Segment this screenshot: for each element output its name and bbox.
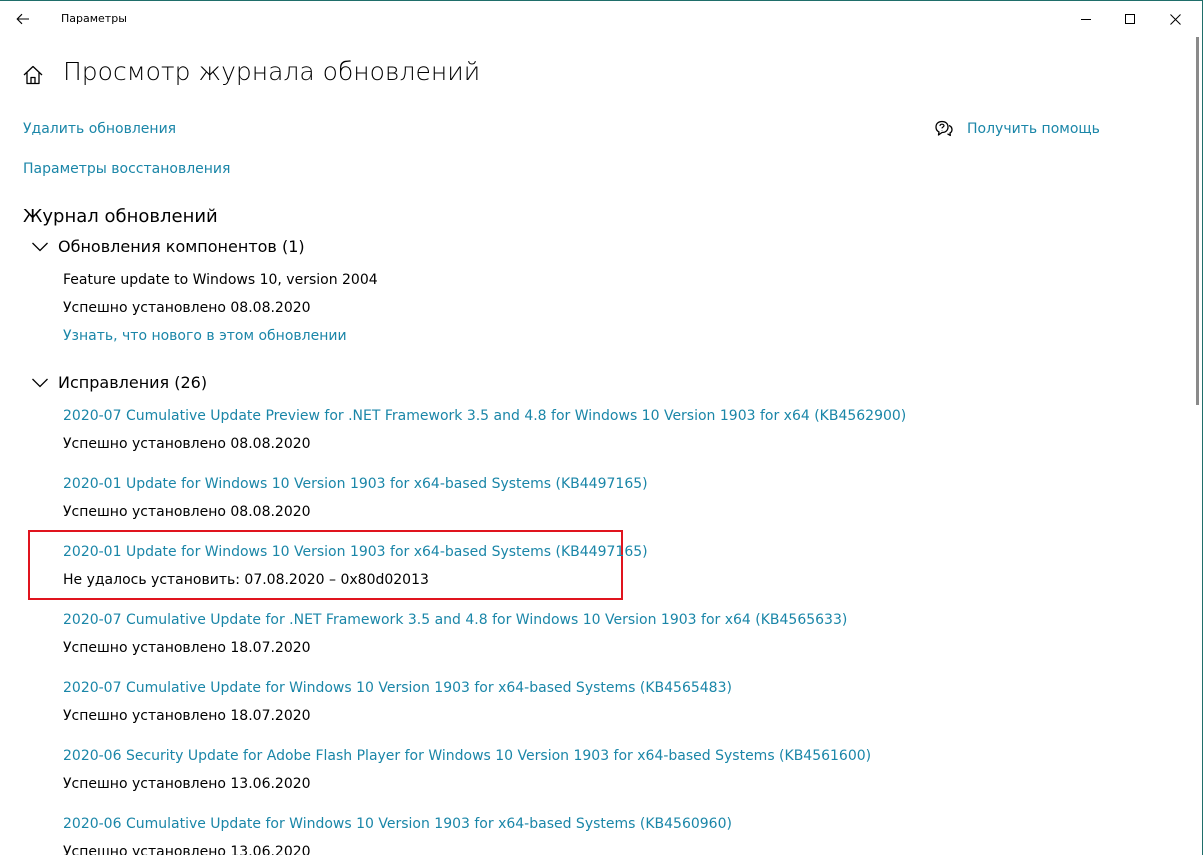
page-title: Просмотр журнала обновлений — [63, 57, 481, 86]
update-status: Успешно установлено 08.08.2020 — [63, 504, 311, 520]
feature-updates-group-toggle[interactable]: Обновления компонентов (1) — [31, 237, 305, 256]
update-history-title: Журнал обновлений — [23, 206, 218, 227]
back-arrow-icon — [16, 13, 29, 25]
feature-updates-group-label: Обновления компонентов (1) — [58, 237, 305, 256]
quality-updates-group-label: Исправления (26) — [58, 373, 208, 392]
update-status: Успешно установлено 13.06.2020 — [63, 776, 311, 792]
window-title: Параметры — [61, 12, 127, 25]
chat-help-icon — [935, 120, 953, 137]
close-icon — [1169, 13, 1181, 25]
vertical-scrollbar[interactable] — [1196, 37, 1199, 405]
maximize-button[interactable] — [1107, 1, 1153, 37]
title-bar: Параметры — [0, 1, 1202, 37]
update-status: Успешно установлено 18.07.2020 — [63, 708, 311, 724]
update-status: Успешно установлено 08.08.2020 — [63, 436, 311, 452]
quality-updates-group-toggle[interactable]: Исправления (26) — [31, 373, 207, 392]
update-link[interactable]: 2020-01 Update for Windows 10 Version 19… — [63, 476, 648, 492]
update-link[interactable]: 2020-07 Cumulative Update Preview for .N… — [63, 408, 906, 424]
update-link[interactable]: 2020-06 Security Update for Adobe Flash … — [63, 748, 871, 764]
get-help-link[interactable]: Получить помощь — [934, 120, 1100, 137]
update-link[interactable]: 2020-06 Cumulative Update for Windows 10… — [63, 816, 732, 832]
failed-update-highlight — [28, 530, 623, 600]
update-link[interactable]: 2020-07 Cumulative Update for .NET Frame… — [63, 612, 847, 628]
recovery-options-link[interactable]: Параметры восстановления — [23, 161, 230, 177]
uninstall-updates-link[interactable]: Удалить обновления — [23, 121, 176, 137]
back-button[interactable] — [11, 7, 35, 31]
feature-update-name: Feature update to Windows 10, version 20… — [63, 272, 378, 288]
update-status: Успешно установлено 13.06.2020 — [63, 844, 311, 855]
settings-window: Параметры Просмотр журнала обновлений Уд… — [0, 0, 1203, 855]
whats-new-link[interactable]: Узнать, что нового в этом обновлении — [63, 328, 347, 344]
minimize-button[interactable] — [1063, 1, 1109, 37]
minimize-icon — [1081, 19, 1091, 20]
chevron-down-icon — [32, 242, 48, 251]
failed-update-status: Не удалось установить: 07.08.2020 – 0x80… — [63, 572, 429, 588]
home-icon[interactable] — [22, 64, 44, 86]
feature-update-status: Успешно установлено 08.08.2020 — [63, 300, 311, 316]
close-button[interactable] — [1152, 1, 1198, 37]
maximize-icon — [1125, 14, 1135, 24]
get-help-label: Получить помощь — [967, 120, 1100, 137]
update-status: Успешно установлено 18.07.2020 — [63, 640, 311, 656]
chevron-down-icon — [32, 378, 48, 387]
update-link[interactable]: 2020-07 Cumulative Update for Windows 10… — [63, 680, 732, 696]
failed-update-link[interactable]: 2020-01 Update for Windows 10 Version 19… — [63, 544, 648, 560]
